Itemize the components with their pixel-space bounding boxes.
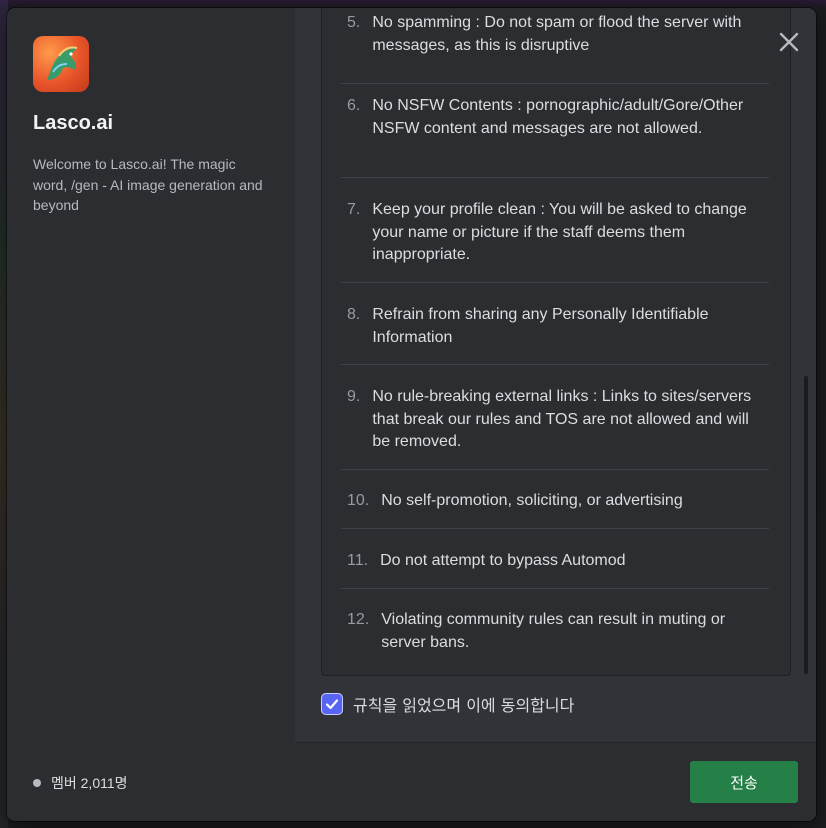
checkmark-icon: [325, 699, 339, 710]
rule-item: 11. Do not attempt to bypass Automod: [341, 550, 769, 589]
agree-label: 규칙을 읽었으며 이에 동의합니다: [353, 696, 575, 715]
rule-number: 8.: [347, 306, 361, 323]
rule-number: 6.: [347, 97, 361, 114]
rule-text: Refrain from sharing any Personally Iden…: [372, 306, 709, 346]
rule-item: 6. No NSFW Contents : pornographic/adult…: [341, 95, 769, 178]
server-logo-icon: [33, 36, 89, 92]
rule-text: No rule-breaking external links : Links …: [372, 388, 752, 450]
rule-text: Keep your profile clean : You will be as…: [372, 201, 747, 263]
member-dot-icon: [33, 779, 41, 787]
rule-text: No self-promotion, soliciting, or advert…: [381, 492, 683, 509]
rule-text: No NSFW Contents : pornographic/adult/Go…: [372, 97, 744, 137]
rule-number: 11.: [347, 552, 369, 569]
submit-button[interactable]: 전송: [690, 761, 798, 803]
close-icon: [779, 32, 799, 52]
server-info-panel: Lasco.ai Welcome to Lasco.ai! The magic …: [7, 8, 295, 821]
rule-item: 10. No self-promotion, soliciting, or ad…: [341, 490, 769, 529]
rule-item: 9. No rule-breaking external links : Lin…: [341, 386, 769, 470]
rule-item: 5. No spamming : Do not spam or flood th…: [341, 12, 769, 84]
rule-number: 7.: [347, 201, 361, 218]
rule-text: No spamming : Do not spam or flood the s…: [372, 14, 742, 54]
rule-text: Violating community rules can result in …: [381, 611, 726, 651]
rule-number: 12.: [347, 611, 370, 628]
rules-scrollbar[interactable]: [804, 376, 808, 674]
agree-checkbox[interactable]: [321, 693, 343, 715]
member-count-label: 멤버 2,011명: [51, 775, 128, 791]
rule-number: 9.: [347, 388, 361, 405]
modal-footer: 전송: [295, 742, 816, 821]
rules-modal: Lasco.ai Welcome to Lasco.ai! The magic …: [7, 8, 816, 821]
server-name: Lasco.ai: [33, 112, 114, 134]
rule-number: 10.: [347, 492, 370, 509]
member-count: 멤버 2,011명: [33, 773, 128, 793]
rules-panel: 5. No spamming : Do not spam or flood th…: [295, 8, 816, 821]
rule-item: 8. Refrain from sharing any Personally I…: [341, 304, 769, 365]
rule-item: 7. Keep your profile clean : You will be…: [341, 199, 769, 283]
rules-list[interactable]: 5. No spamming : Do not spam or flood th…: [321, 8, 791, 676]
agree-row[interactable]: 규칙을 읽었으며 이에 동의합니다: [321, 692, 574, 716]
server-description: Welcome to Lasco.ai! The magic word, /ge…: [33, 156, 263, 213]
rule-text: Do not attempt to bypass Automod: [380, 552, 626, 569]
close-button[interactable]: [775, 28, 803, 56]
rule-item: 12. Violating community rules can result…: [341, 609, 769, 665]
rule-number: 5.: [347, 14, 361, 31]
